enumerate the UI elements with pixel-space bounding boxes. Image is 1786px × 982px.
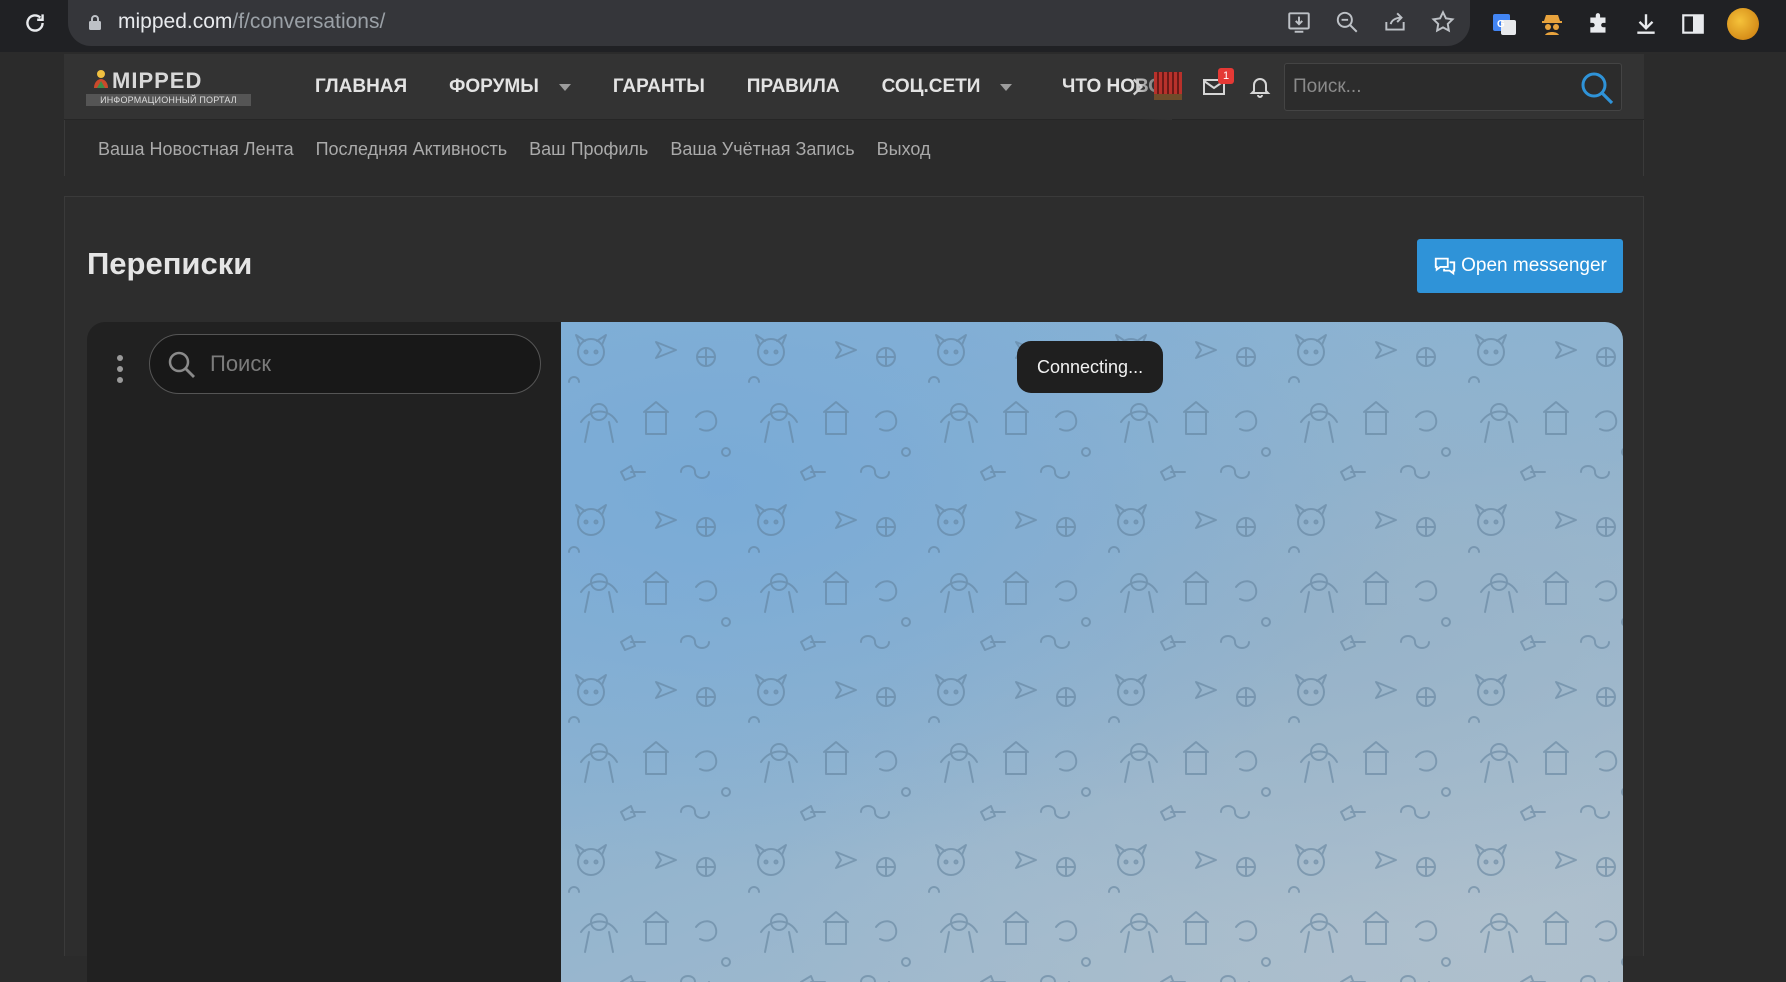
subnav-news-feed[interactable]: Ваша Новостная Лента xyxy=(98,139,294,160)
sidepanel-icon[interactable] xyxy=(1680,11,1706,37)
doodle-pattern xyxy=(561,322,1623,982)
chevron-right-icon[interactable] xyxy=(1124,74,1150,100)
bell-icon[interactable] xyxy=(1246,72,1274,100)
chat-search[interactable] xyxy=(149,334,541,394)
install-icon[interactable] xyxy=(1286,9,1312,35)
open-messenger-button[interactable]: Open messenger xyxy=(1417,239,1623,293)
url-host: mipped.com xyxy=(118,10,233,33)
profile-avatar[interactable] xyxy=(1727,8,1759,40)
chat-list-sidebar xyxy=(87,322,561,982)
page-title: Переписки xyxy=(87,246,253,281)
nav-social-label: СОЦ.СЕТИ xyxy=(881,76,981,97)
user-avatar-icon[interactable] xyxy=(1154,72,1182,100)
subnav-logout[interactable]: Выход xyxy=(877,139,931,160)
chevron-down-icon[interactable] xyxy=(558,83,571,91)
subnav-latest-activity[interactable]: Последняя Активность xyxy=(316,139,508,160)
chat-bubbles-icon xyxy=(1434,257,1456,276)
subnav-account[interactable]: Ваша Учётная Запись xyxy=(670,139,854,160)
open-messenger-label: Open messenger xyxy=(1461,255,1607,276)
search-icon xyxy=(167,350,197,380)
zoom-out-icon[interactable] xyxy=(1334,9,1360,35)
logo-subtitle: ИНФОРМАЦИОННЫЙ ПОРТАЛ xyxy=(86,94,251,106)
lock-icon[interactable] xyxy=(88,14,102,30)
main-nav: ГЛАВНАЯ ФОРУМЫ ГАРАНТЫ ПРАВИЛА СОЦ.СЕТИ xyxy=(294,54,1033,120)
inbox-badge: 1 xyxy=(1218,68,1234,84)
subnav-profile[interactable]: Ваш Профиль xyxy=(529,139,648,160)
chat-search-input[interactable] xyxy=(210,335,530,393)
nav-rules-label: ПРАВИЛА xyxy=(746,76,840,97)
svg-text:G: G xyxy=(1497,19,1505,30)
search-icon[interactable] xyxy=(1579,70,1615,106)
nav-forums[interactable]: ФОРУМЫ xyxy=(428,54,592,120)
chevron-down-icon[interactable] xyxy=(1000,83,1013,91)
nav-guarantors-label: ГАРАНТЫ xyxy=(612,76,705,97)
star-icon[interactable] xyxy=(1430,9,1456,35)
main-content: Переписки Open messenger Поиск Connectin… xyxy=(64,196,1644,982)
translate-icon[interactable]: G xyxy=(1492,11,1518,37)
nav-guarantors[interactable]: ГАРАНТЫ xyxy=(592,54,726,120)
nav-rules[interactable]: ПРАВИЛА xyxy=(726,54,861,120)
address-bar[interactable]: mipped.com/f/conversations/ xyxy=(68,0,1470,46)
nav-social[interactable]: СОЦ.СЕТИ xyxy=(861,54,1034,120)
puzzle-icon[interactable] xyxy=(1586,11,1612,37)
nav-home-label: ГЛАВНАЯ xyxy=(315,76,408,97)
url-text[interactable]: mipped.com/f/conversations/ xyxy=(118,10,385,34)
site-logo[interactable]: MIPPED ИНФОРМАЦИОННЫЙ ПОРТАЛ xyxy=(86,68,251,108)
messenger-frame: Connecting... xyxy=(87,322,1623,982)
menu-icon[interactable] xyxy=(116,354,124,384)
inbox-icon[interactable]: 1 xyxy=(1200,68,1234,100)
site-header: MIPPED ИНФОРМАЦИОННЫЙ ПОРТАЛ ГЛАВНАЯ ФОР… xyxy=(64,54,1644,120)
nav-home[interactable]: ГЛАВНАЯ xyxy=(294,54,428,120)
sub-navigation: Ваша Новостная Лента Последняя Активност… xyxy=(64,120,1644,176)
chat-background: Connecting... xyxy=(561,322,1623,982)
download-icon[interactable] xyxy=(1633,11,1659,37)
share-icon[interactable] xyxy=(1382,9,1408,35)
logo-title: MIPPED xyxy=(112,68,203,93)
spy-icon[interactable] xyxy=(1539,11,1565,37)
site-search[interactable] xyxy=(1284,63,1622,111)
browser-toolbar: mipped.com/f/conversations/ G xyxy=(0,0,1786,52)
connecting-toast: Connecting... xyxy=(1017,341,1164,393)
logo-mark-icon xyxy=(94,70,108,88)
site-search-input[interactable] xyxy=(1293,64,1563,110)
nav-forums-label: ФОРУМЫ xyxy=(449,76,539,97)
url-path: /f/conversations/ xyxy=(232,10,386,33)
reload-icon[interactable] xyxy=(22,10,48,36)
